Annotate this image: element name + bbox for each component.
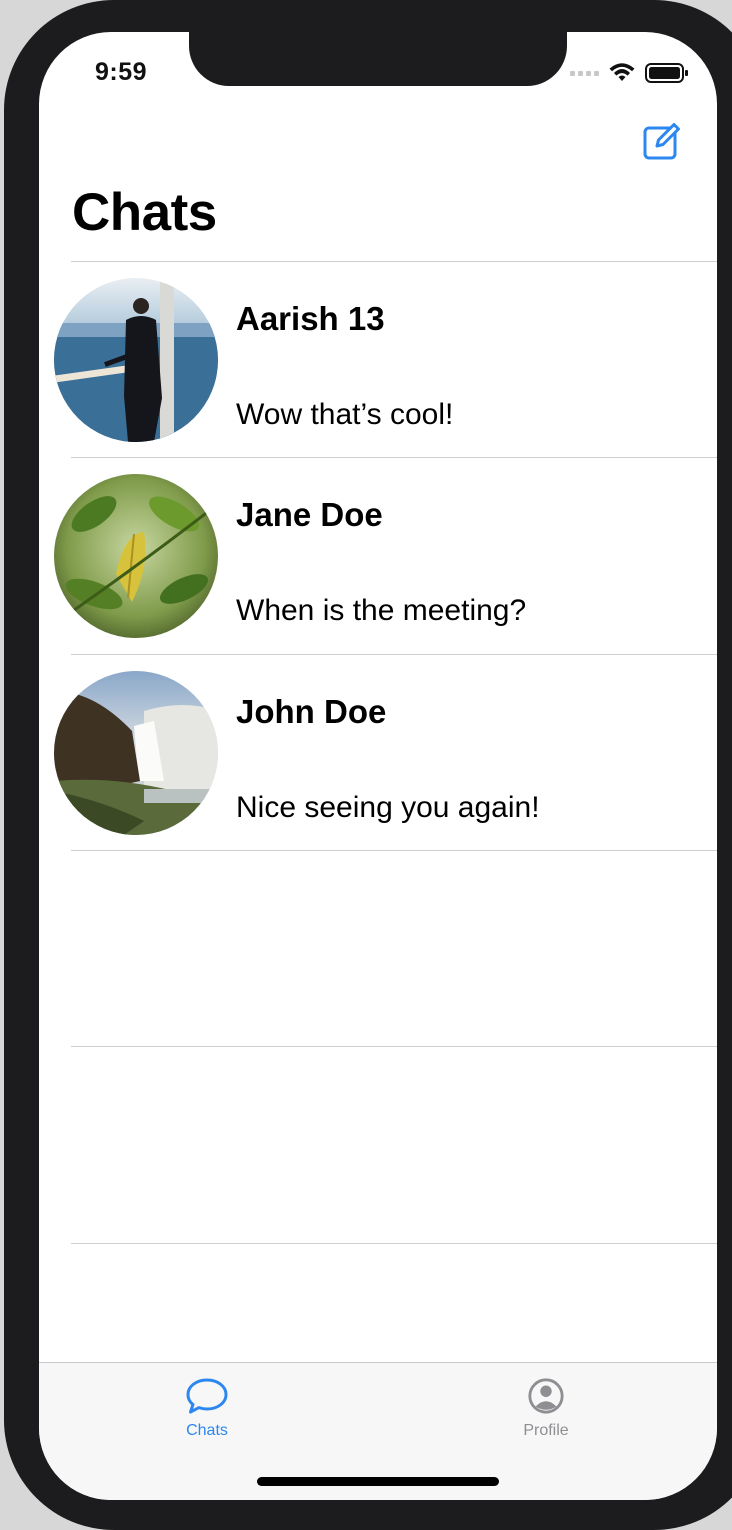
contact-name: Jane Doe (236, 496, 383, 533)
tab-label: Chats (186, 1422, 228, 1439)
chat-row-jane[interactable]: Jane Doe When is the meeting? (39, 458, 717, 654)
battery-icon (645, 63, 688, 83)
contact-name: Aarish 13 (236, 300, 385, 337)
last-message: Nice seeing you again! (236, 791, 540, 824)
last-message: When is the meeting? (236, 594, 527, 627)
device-frame: 9:59 Chats Aarish 13 Wow that’s cool! Ja… (4, 0, 732, 1530)
avatar (54, 278, 218, 442)
compose-icon (643, 123, 680, 160)
tab-label: Profile (523, 1422, 569, 1439)
notch (189, 32, 567, 86)
compose-button[interactable] (643, 122, 681, 160)
chat-row-john[interactable]: John Doe Nice seeing you again! (39, 655, 717, 851)
status-time: 9:59 (95, 58, 148, 86)
avatar (54, 671, 218, 835)
home-indicator[interactable] (257, 1477, 499, 1486)
last-message: Wow that’s cool! (236, 398, 454, 431)
screen: 9:59 Chats Aarish 13 Wow that’s cool! Ja… (39, 32, 717, 1500)
divider (71, 1046, 717, 1047)
avatar (54, 474, 218, 638)
page-title: Chats (72, 183, 217, 242)
wifi-icon (609, 63, 635, 81)
person-circle-icon (528, 1378, 564, 1414)
contact-name: John Doe (236, 693, 387, 730)
divider (71, 850, 717, 851)
chat-bubble-icon (186, 1378, 228, 1414)
tab-profile[interactable]: Profile (486, 1377, 606, 1440)
tab-chats[interactable]: Chats (147, 1377, 267, 1440)
divider (71, 1243, 717, 1244)
chat-row-aarish[interactable]: Aarish 13 Wow that’s cool! (39, 262, 717, 458)
status-icons (570, 62, 689, 84)
cellular-signal-icon (570, 70, 599, 76)
tab-bar: Chats Profile (39, 1362, 717, 1500)
